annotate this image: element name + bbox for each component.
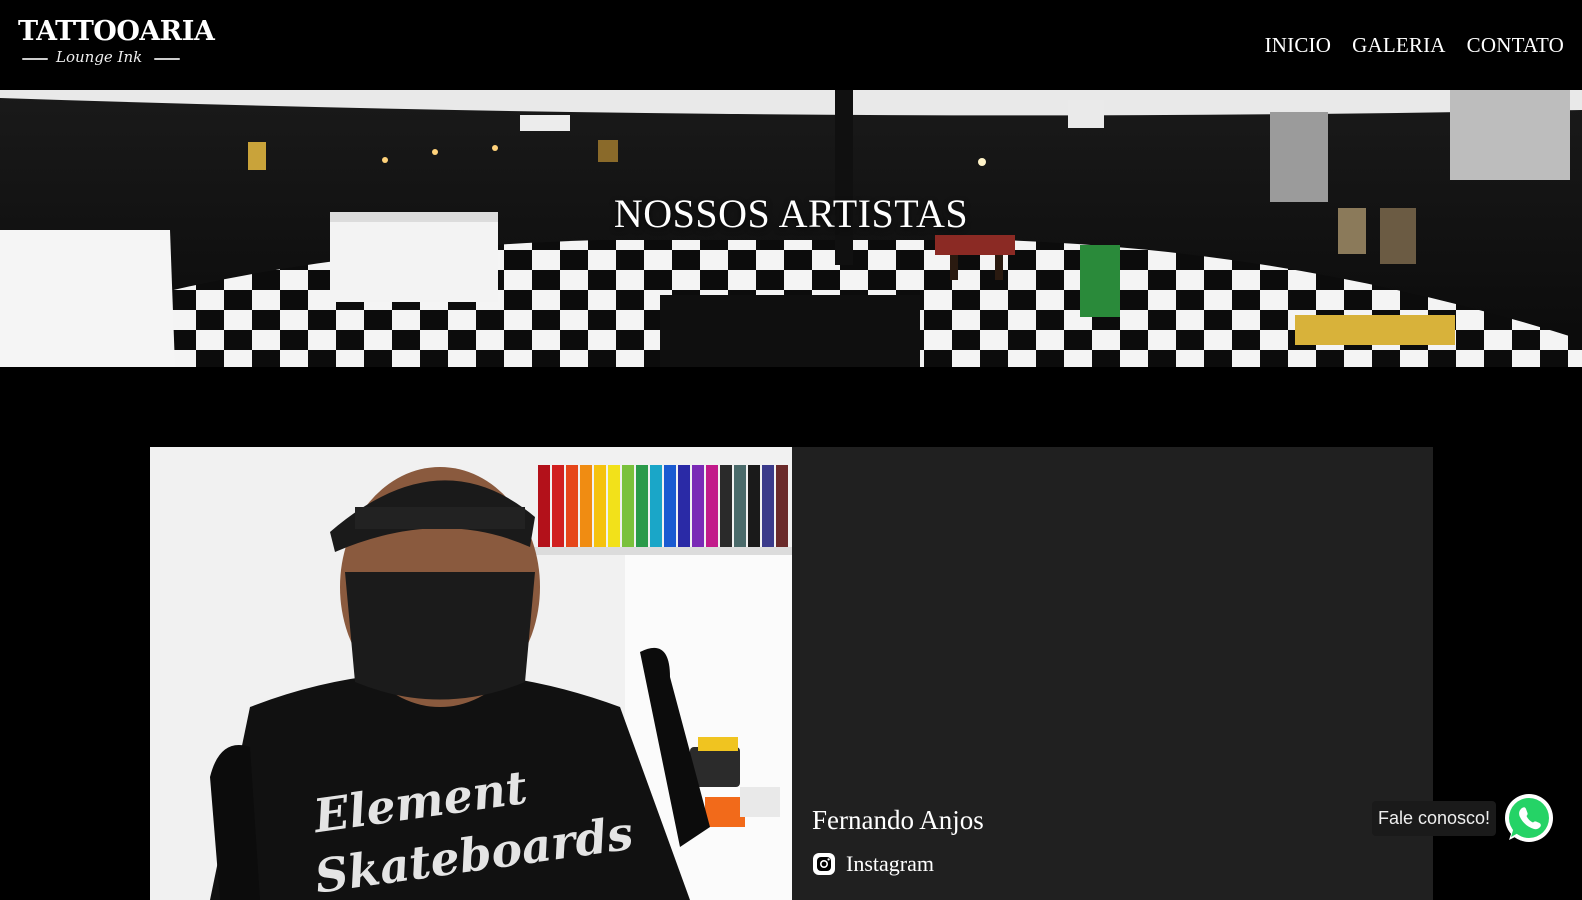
whatsapp-widget[interactable]: Fale conosco! [1372, 791, 1556, 845]
site-header: TATTOOARIA Lounge Ink INICIO GALERIA CON… [0, 0, 1582, 90]
whatsapp-icon[interactable] [1502, 791, 1556, 845]
nav-inicio[interactable]: INICIO [1265, 33, 1332, 58]
logo[interactable]: TATTOOARIA Lounge Ink [18, 14, 215, 74]
main-nav: INICIO GALERIA CONTATO [1265, 33, 1564, 58]
instagram-icon [813, 853, 835, 875]
logo-flourish-left [22, 58, 48, 60]
instagram-label: Instagram [846, 851, 934, 876]
hero-title: NOSSOS ARTISTAS [613, 191, 969, 236]
whatsapp-bubble-label[interactable]: Fale conosco! [1372, 800, 1497, 836]
logo-sub-text: Lounge Ink [56, 48, 143, 66]
nav-galeria[interactable]: GALERIA [1352, 33, 1446, 58]
artist-photo-illustration: Element Skateboards [150, 447, 792, 900]
artist-name: Fernando Anjos [812, 805, 984, 835]
logo-flourish-right [154, 58, 180, 60]
artist-card: Element Skateboards Fernando Anjos Insta… [150, 447, 1433, 900]
artist-photo: Element Skateboards [150, 447, 792, 900]
instagram-link[interactable]: Instagram [812, 851, 934, 877]
nav-contato[interactable]: CONTATO [1467, 33, 1564, 58]
logo-main-text: TATTOOARIA [18, 16, 215, 47]
hero-banner: NOSSOS ARTISTAS [0, 90, 1582, 367]
